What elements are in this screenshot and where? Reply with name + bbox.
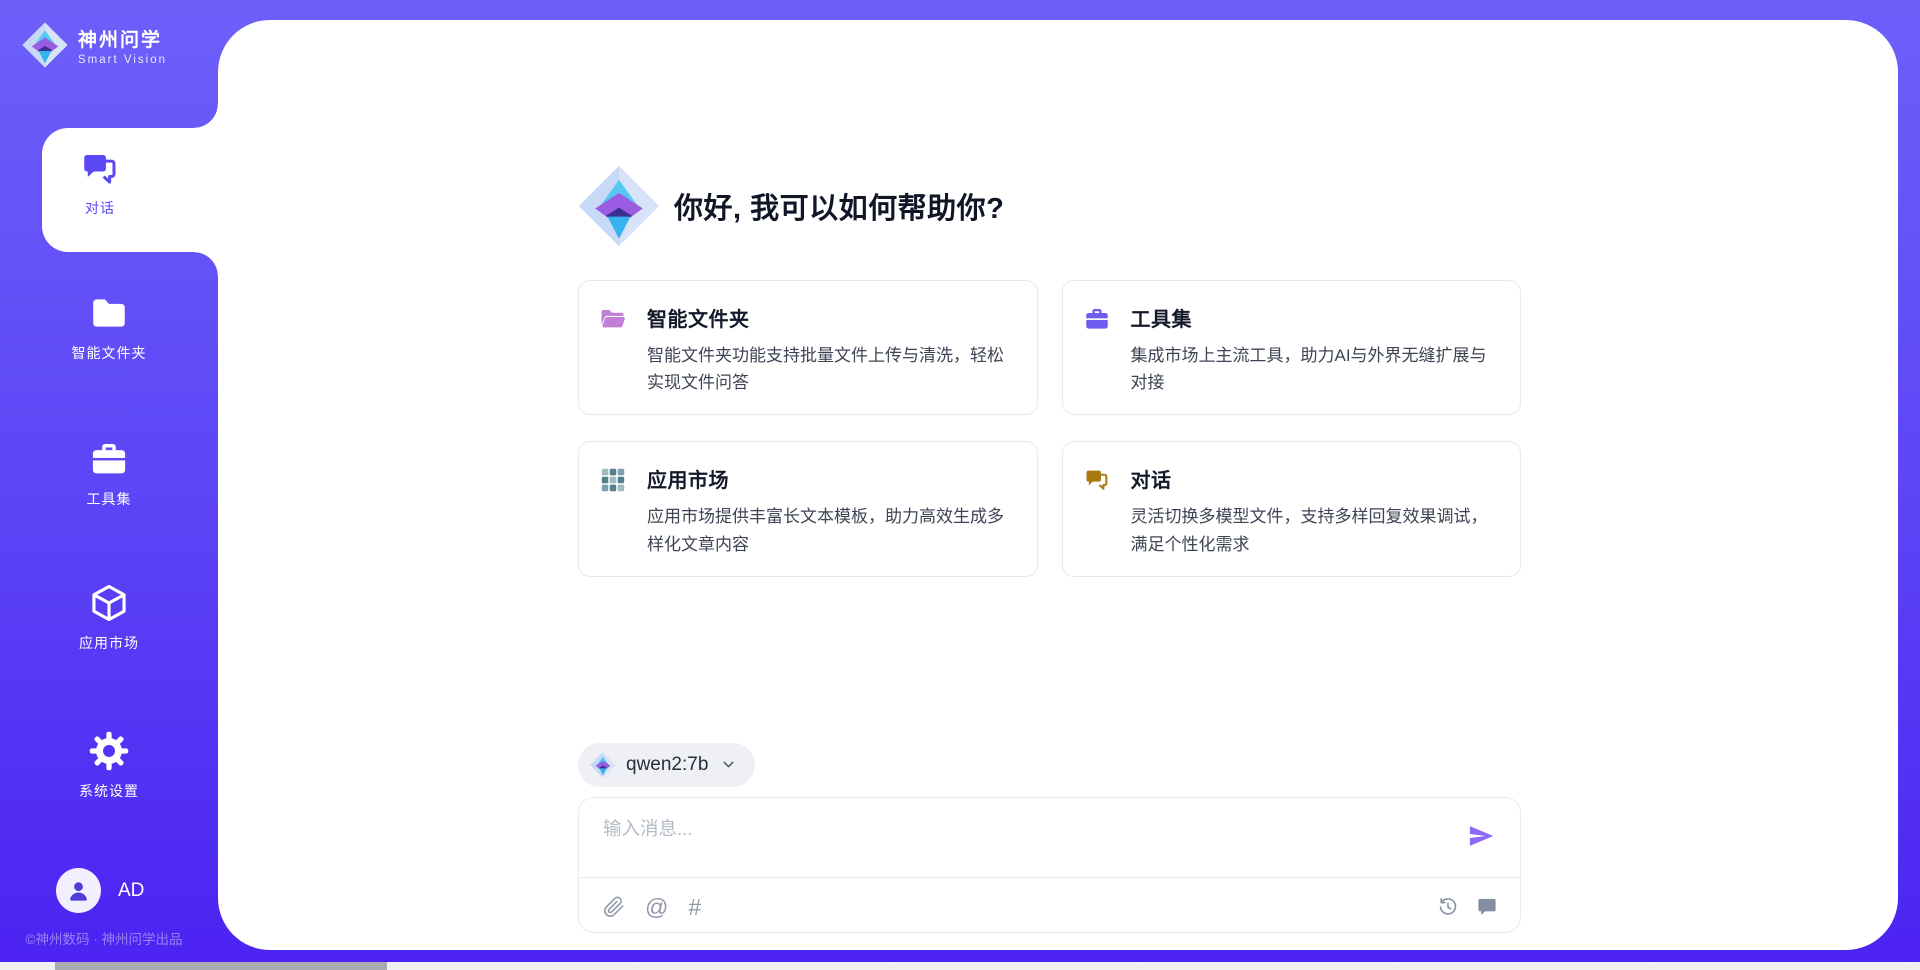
history-icon: [1437, 896, 1459, 918]
sidebar-item-label: 应用市场: [79, 633, 139, 653]
sidebar-item-toolset[interactable]: 工具集: [0, 438, 218, 509]
horizontal-scrollbar[interactable]: [0, 962, 1920, 970]
sidebar-item-label: 智能文件夹: [72, 343, 147, 363]
copyright: ©神州数码 · 神州问学出品: [0, 928, 208, 948]
card-description: 集成市场上主流工具，助力AI与外界无缝扩展与对接: [1131, 342, 1499, 396]
card-toolset[interactable]: 工具集 集成市场上主流工具，助力AI与外界无缝扩展与对接: [1062, 280, 1522, 415]
chat-icon: [79, 148, 121, 190]
horizontal-scrollbar-thumb[interactable]: [55, 962, 387, 970]
paperclip-icon: [603, 896, 625, 918]
person-icon: [65, 877, 92, 904]
avatar: [56, 868, 101, 913]
main-panel: 你好, 我可以如何帮助你? 智能文件夹 智能文件夹功能支持批量文件上传与清洗，轻…: [218, 20, 1898, 950]
card-title: 智能文件夹: [647, 303, 1015, 332]
active-tab-fillet-top: [194, 104, 218, 128]
sidebar-item-label: 工具集: [87, 489, 132, 509]
gear-icon: [88, 730, 130, 772]
message-composer: @ #: [578, 797, 1521, 933]
new-chat-button[interactable]: [1476, 896, 1498, 918]
active-tab-fillet-bottom: [194, 252, 218, 276]
composer-divider: [579, 877, 1520, 878]
user-menu[interactable]: AD: [56, 868, 144, 913]
card-title: 应用市场: [647, 464, 1015, 493]
diamond-logo-icon: [578, 165, 660, 247]
card-app-market[interactable]: 应用市场 应用市场提供丰富长文本模板，助力高效生成多样化文章内容: [578, 441, 1038, 576]
folder-icon: [88, 292, 130, 334]
toolbox-icon: [1083, 305, 1111, 333]
sidebar-item-smart-folders[interactable]: 智能文件夹: [0, 292, 218, 363]
grid-icon: [599, 466, 627, 494]
sidebar-item-settings[interactable]: 系统设置: [0, 730, 218, 801]
send-icon: [1467, 822, 1495, 850]
sidebar: 神州问学 Smart Vision 对话 智能文件夹 工具集: [0, 0, 218, 970]
message-input[interactable]: [603, 815, 1440, 871]
brand-subtitle: Smart Vision: [78, 54, 167, 66]
user-name: AD: [118, 880, 144, 902]
folder-open-icon: [599, 305, 627, 333]
card-description: 灵活切换多模型文件，支持多样回复效果调试，满足个性化需求: [1131, 503, 1499, 557]
cube-icon: [88, 582, 130, 624]
mention-button[interactable]: @: [645, 896, 668, 918]
model-selector[interactable]: qwen2:7b: [578, 743, 755, 787]
greeting-title: 你好, 我可以如何帮助你?: [674, 185, 1004, 227]
sidebar-item-label: 对话: [85, 198, 115, 218]
toolbox-icon: [88, 438, 130, 480]
history-button[interactable]: [1437, 896, 1459, 918]
chevron-down-icon: [720, 756, 737, 773]
card-chat[interactable]: 对话 灵活切换多模型文件，支持多样回复效果调试，满足个性化需求: [1062, 441, 1522, 576]
topic-button[interactable]: #: [688, 896, 701, 918]
feature-cards: 智能文件夹 智能文件夹功能支持批量文件上传与清洗，轻松实现文件问答 工具集 集成…: [578, 280, 1521, 577]
comment-icon: [1476, 896, 1498, 918]
sidebar-item-label: 系统设置: [79, 781, 139, 801]
brand-logo: 神州问学 Smart Vision: [22, 22, 167, 68]
hash-icon: #: [688, 896, 701, 918]
send-button[interactable]: [1466, 822, 1496, 852]
chat-icon: [1083, 466, 1111, 494]
attach-file-button[interactable]: [603, 896, 625, 918]
sidebar-item-app-market[interactable]: 应用市场: [0, 582, 218, 653]
card-smart-folders[interactable]: 智能文件夹 智能文件夹功能支持批量文件上传与清洗，轻松实现文件问答: [578, 280, 1038, 415]
at-icon: @: [645, 896, 668, 918]
card-title: 工具集: [1131, 303, 1499, 332]
diamond-logo-icon: [590, 752, 616, 778]
model-name: qwen2:7b: [626, 754, 708, 776]
composer-toolbar: @ #: [603, 896, 1498, 918]
sidebar-item-chat[interactable]: 对话: [42, 128, 218, 252]
greeting: 你好, 我可以如何帮助你?: [578, 20, 1521, 247]
card-description: 应用市场提供丰富长文本模板，助力高效生成多样化文章内容: [647, 503, 1015, 557]
diamond-logo-icon: [22, 22, 68, 68]
card-description: 智能文件夹功能支持批量文件上传与清洗，轻松实现文件问答: [647, 342, 1015, 396]
brand-name: 神州问学: [78, 25, 167, 52]
card-title: 对话: [1131, 464, 1499, 493]
